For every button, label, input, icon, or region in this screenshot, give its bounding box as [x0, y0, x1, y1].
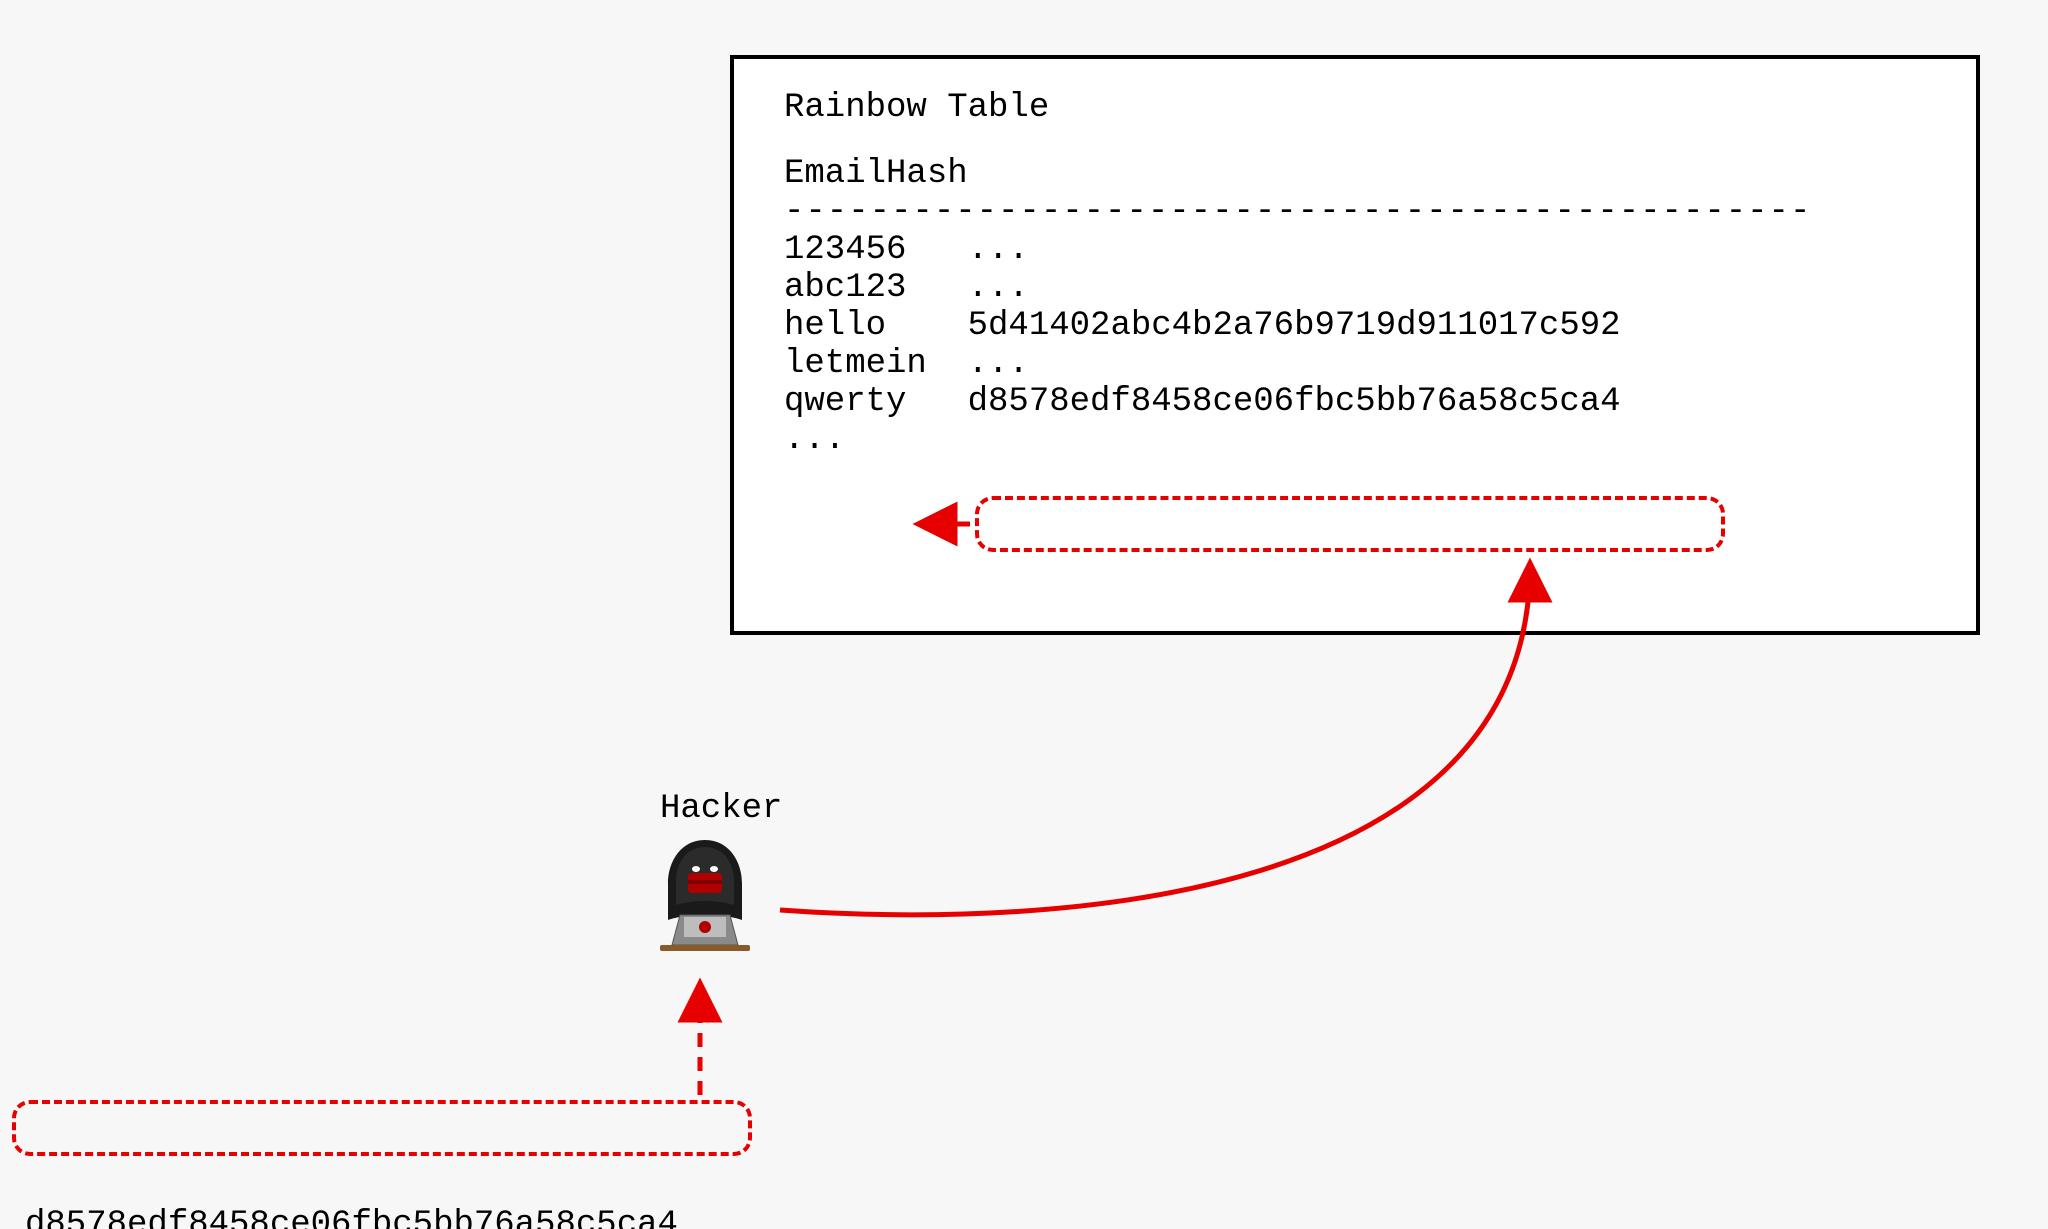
row-password: letmein	[784, 345, 968, 383]
rainbow-table-title: Rainbow Table	[784, 89, 1936, 127]
stolen-hashes: d8578edf8458ce06fbc5bb76a58c5ca4 5d41402…	[25, 1115, 678, 1229]
row-password: 123456	[784, 231, 968, 269]
table-row: 123456...	[784, 231, 1936, 269]
table-row: ...	[784, 421, 1936, 459]
header-col2: Hash	[886, 155, 968, 193]
row-password: qwerty	[784, 383, 968, 421]
hacker-icon	[650, 835, 760, 955]
table-row: letmein...	[784, 345, 1936, 383]
diagram-stage: Rainbow Table EmailHash ----------------…	[0, 0, 2048, 1229]
row-hash: d8578edf8458ce06fbc5bb76a58c5ca4	[968, 383, 1621, 421]
stolen-hash-line: d8578edf8458ce06fbc5bb76a58c5ca4	[25, 1203, 678, 1229]
rainbow-table-divider: ----------------------------------------…	[784, 193, 1936, 231]
row-hash: ...	[968, 345, 1029, 383]
row-hash: ...	[968, 231, 1029, 269]
table-row: qwertyd8578edf8458ce06fbc5bb76a58c5ca4	[784, 383, 1936, 421]
table-row: hello5d41402abc4b2a76b9719d911017c592	[784, 307, 1936, 345]
row-password: hello	[784, 307, 968, 345]
row-password: abc123	[784, 269, 968, 307]
row-password: ...	[784, 421, 968, 459]
rainbow-table-headers: EmailHash	[784, 155, 1936, 193]
row-hash: 5d41402abc4b2a76b9719d911017c592	[968, 307, 1621, 345]
rainbow-table-box: Rainbow Table EmailHash ----------------…	[730, 55, 1980, 635]
row-hash: ...	[968, 269, 1029, 307]
table-row: abc123...	[784, 269, 1936, 307]
rainbow-table-rows: 123456... abc123... hello5d41402abc4b2a7…	[784, 231, 1936, 459]
hacker-label: Hacker	[660, 790, 782, 828]
header-col1: Email	[784, 155, 886, 193]
